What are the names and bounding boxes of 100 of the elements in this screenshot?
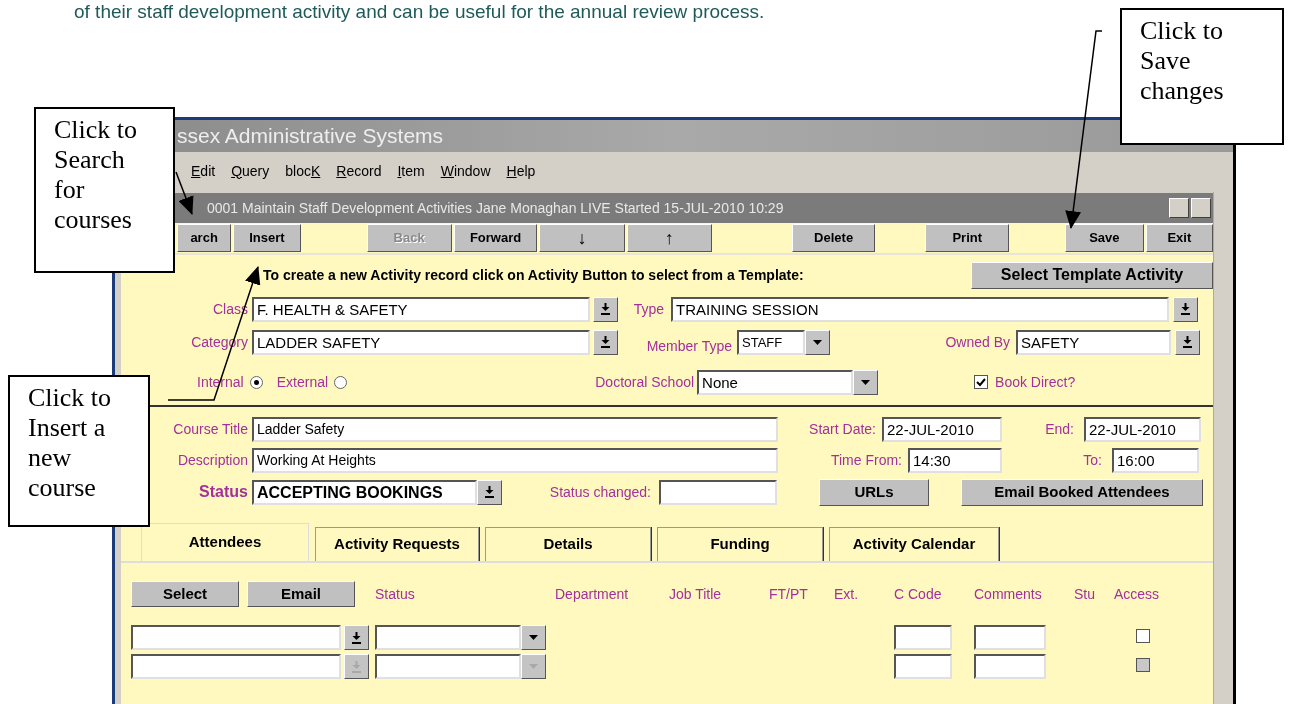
maximize-icon[interactable]	[1191, 198, 1211, 218]
column-header: Department	[555, 584, 630, 604]
instruction-text: To create a new Activity record click on Activity Button to select from a Template:	[263, 265, 804, 285]
field-label: Course Title	[172, 419, 248, 439]
field-label: To:	[1082, 450, 1102, 470]
dropdown-button[interactable]	[593, 329, 618, 355]
dropdown-button[interactable]	[477, 479, 502, 505]
column-header: C Code	[894, 584, 943, 604]
dropdown-button[interactable]	[521, 625, 546, 650]
field-label: Doctoral School	[594, 372, 695, 392]
column-header: Stu	[1074, 584, 1096, 604]
input-field[interactable]	[974, 625, 1046, 650]
input-field[interactable]: 14:30	[908, 447, 1002, 473]
dropdown-button[interactable]	[521, 654, 546, 679]
dropdown-button[interactable]	[1175, 329, 1200, 355]
select-button[interactable]: Select	[131, 581, 239, 607]
input-field[interactable]	[375, 625, 521, 650]
input-field[interactable]: Working At Heights	[252, 447, 778, 473]
input-field[interactable]	[894, 625, 952, 650]
field-label: Start Date:	[808, 419, 876, 439]
input-field[interactable]: TRAINING SESSION	[671, 296, 1169, 322]
checkbox-label: Book Direct?	[995, 372, 1076, 392]
menu-item[interactable]: Edit	[190, 160, 217, 182]
column-header: Comments	[974, 584, 1043, 604]
checkmark-icon	[976, 377, 987, 387]
field-label: End:	[1044, 419, 1074, 439]
search-arrow	[175, 171, 194, 215]
dropdown-button[interactable]	[344, 625, 369, 650]
checkbox[interactable]	[1136, 628, 1150, 643]
callout-box: Click to Insert a new course	[8, 375, 150, 527]
input-field[interactable]: F. HEALTH & SAFETY	[252, 296, 590, 322]
input-field[interactable]	[375, 654, 521, 679]
input-field[interactable]: 16:00	[1112, 447, 1199, 473]
callout-box: Click to Search for courses	[34, 107, 175, 273]
menu-item[interactable]: blocK	[284, 160, 322, 182]
caret-icon	[529, 635, 538, 640]
input-field[interactable]: None	[697, 369, 854, 395]
down-arrow-icon	[351, 631, 362, 644]
urls-button[interactable]: URLs	[819, 478, 929, 506]
tab[interactable]: Funding	[657, 527, 823, 561]
minimize-icon[interactable]	[1169, 198, 1189, 218]
input-field[interactable]: ACCEPTING BOOKINGS	[252, 479, 477, 505]
tab[interactable]: Activity Requests	[315, 527, 479, 561]
tab[interactable]: Activity Calendar	[829, 527, 999, 561]
column-header: Ext.	[834, 584, 860, 604]
menu-item[interactable]: Query	[230, 160, 271, 182]
caret-icon	[529, 664, 538, 669]
input-field[interactable]	[131, 654, 341, 679]
column-header: FT/PT	[769, 584, 809, 604]
field-label: Description	[176, 450, 248, 470]
input-field[interactable]	[659, 479, 777, 505]
checkbox[interactable]	[974, 375, 989, 389]
email-attendees-button[interactable]: Email Booked Attendees	[961, 478, 1203, 506]
field-label: Type	[632, 299, 664, 319]
dropdown-button[interactable]	[1173, 296, 1198, 322]
down-arrow-icon	[351, 660, 362, 673]
input-field[interactable]: STAFF	[737, 329, 805, 355]
radio-button[interactable]	[334, 375, 348, 389]
toolbar-button[interactable]: Forward	[453, 224, 538, 252]
input-field[interactable]	[894, 654, 952, 679]
radio-button[interactable]	[249, 375, 263, 389]
field-label: Owned By	[944, 332, 1010, 352]
caret-icon	[813, 339, 822, 345]
select-template-button[interactable]: Select Template Activity	[971, 261, 1213, 289]
down-arrow-icon	[1180, 303, 1191, 315]
input-field[interactable]: LADDER SAFETY	[252, 329, 590, 355]
input-field[interactable]: 22-JUL-2010	[882, 416, 1002, 442]
toolbar-button[interactable]: Exit	[1145, 224, 1213, 252]
tab[interactable]: Attendees	[141, 523, 309, 561]
radio-label: External	[276, 372, 329, 392]
toolbar-button[interactable]: ↓	[539, 224, 625, 252]
input-field[interactable]	[974, 654, 1046, 679]
input-field[interactable]: SAFETY	[1016, 329, 1171, 355]
field-label: Time From:	[829, 450, 902, 470]
toolbar-button[interactable]: ↑	[626, 224, 712, 252]
column-header: Job Title	[669, 584, 723, 604]
field-label: Status changed:	[548, 482, 651, 502]
email-button[interactable]: Email	[247, 581, 355, 607]
tab[interactable]: Details	[485, 527, 651, 561]
menu-item[interactable]: Window	[439, 160, 492, 182]
toolbar-button[interactable]: arch	[177, 224, 232, 252]
toolbar-button[interactable]: Delete	[791, 224, 876, 252]
dropdown-button[interactable]	[593, 296, 618, 322]
toolbar-button[interactable]: Save	[1065, 224, 1144, 252]
menu-item[interactable]: Help	[505, 160, 537, 182]
input-field[interactable]: Ladder Safety	[252, 416, 778, 442]
dropdown-button[interactable]	[853, 369, 879, 395]
dropdown-button[interactable]	[805, 329, 830, 355]
down-arrow-icon	[600, 336, 611, 348]
down-arrow-icon	[484, 486, 495, 498]
menu-item[interactable]: Record	[335, 160, 383, 182]
field-label: Status	[198, 482, 248, 502]
toolbar-button[interactable]: Insert	[233, 224, 301, 252]
input-field[interactable]: 22-JUL-2010	[1084, 416, 1201, 442]
menu-item[interactable]: Item	[396, 160, 426, 182]
caret-icon	[861, 379, 871, 385]
intro-text: of their staff development activity and can be useful for the annual review process.	[73, 0, 766, 24]
input-field[interactable]	[131, 625, 341, 650]
toolbar-button[interactable]: Print	[925, 224, 1010, 252]
callout-box: Click to Save changes	[1120, 8, 1284, 145]
